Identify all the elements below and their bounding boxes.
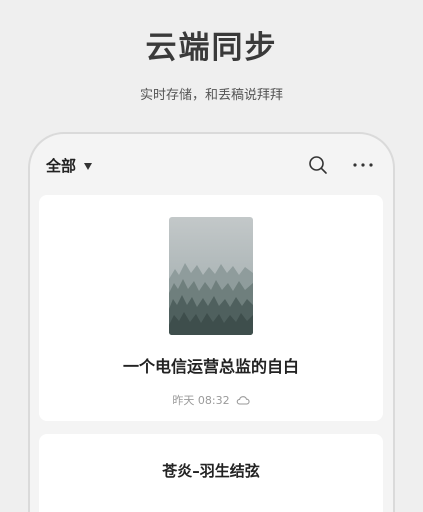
- cloud-icon: [236, 396, 250, 405]
- note-thumbnail: [169, 217, 253, 335]
- note-title: 苍炎–羽生结弦: [162, 462, 260, 480]
- top-bar: 全部: [30, 134, 393, 194]
- more-icon[interactable]: [352, 155, 374, 175]
- note-card[interactable]: 苍炎–羽生结弦: [39, 434, 383, 512]
- search-icon[interactable]: [308, 155, 328, 175]
- note-timestamp: 昨天 08:32: [172, 394, 230, 407]
- filter-label: 全部: [46, 157, 77, 175]
- phone-frame: 全部 一个电信运营总监的自白 昨天 08:32 苍炎–羽生结弦: [28, 132, 395, 512]
- filter-dropdown[interactable]: 全部: [46, 155, 93, 176]
- subline: 实时存储，和丢稿说拜拜: [139, 88, 283, 103]
- headline: 云端同步: [145, 30, 278, 66]
- note-title: 一个电信运营总监的自白: [122, 357, 299, 376]
- note-card[interactable]: 一个电信运营总监的自白 昨天 08:32: [39, 195, 383, 421]
- caret-down-icon: [84, 162, 93, 170]
- note-meta: 昨天 08:32: [39, 392, 383, 408]
